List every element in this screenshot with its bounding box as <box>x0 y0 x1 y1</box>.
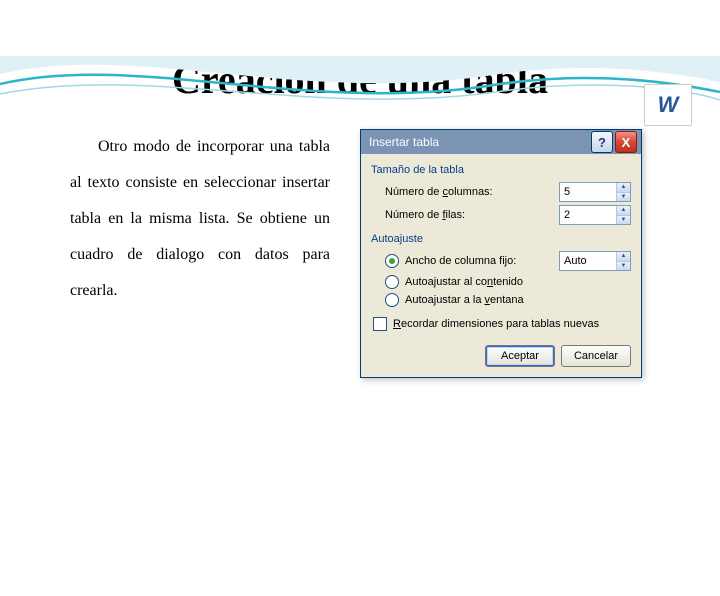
columns-input[interactable] <box>560 183 616 201</box>
rows-up-icon[interactable]: ▲ <box>617 206 630 216</box>
radio-fixed-width[interactable] <box>385 254 399 268</box>
radio-autofit-content[interactable] <box>385 275 399 289</box>
columns-up-icon[interactable]: ▲ <box>617 183 630 193</box>
rows-down-icon[interactable]: ▼ <box>617 216 630 225</box>
help-button[interactable]: ? <box>591 131 613 153</box>
fixed-down-icon[interactable]: ▼ <box>617 262 630 271</box>
section-size-label: Tamaño de la tabla <box>371 164 631 176</box>
body-paragraph: Otro modo de incorporar una tabla al tex… <box>70 129 330 378</box>
section-autofit-label: Autoajuste <box>371 233 631 245</box>
remember-checkbox[interactable] <box>373 317 387 331</box>
accept-button[interactable]: Aceptar <box>485 345 555 367</box>
cancel-button[interactable]: Cancelar <box>561 345 631 367</box>
columns-spinner[interactable]: ▲ ▼ <box>559 182 631 202</box>
radio-autofit-window[interactable] <box>385 293 399 307</box>
close-button[interactable]: X <box>615 131 637 153</box>
rows-label: Número de filas: <box>385 209 559 221</box>
columns-label: Número de columnas: <box>385 186 559 198</box>
fixed-width-spinner[interactable]: ▲ ▼ <box>559 251 631 271</box>
fixed-width-input[interactable] <box>560 252 616 270</box>
rows-spinner[interactable]: ▲ ▼ <box>559 205 631 225</box>
dialog-titlebar: Insertar tabla ? X <box>361 130 641 154</box>
radio-window-label: Autoajustar a la ventana <box>405 294 524 306</box>
radio-fixed-label: Ancho de columna fijo: <box>405 255 559 267</box>
radio-content-label: Autoajustar al contenido <box>405 276 523 288</box>
page-title: Creación de una tabla <box>0 56 720 103</box>
dialog-title: Insertar tabla <box>369 135 591 149</box>
fixed-up-icon[interactable]: ▲ <box>617 252 630 262</box>
word-logo-icon: W <box>644 84 692 126</box>
columns-down-icon[interactable]: ▼ <box>617 193 630 202</box>
rows-input[interactable] <box>560 206 616 224</box>
insert-table-dialog: Insertar tabla ? X Tamaño de la tabla Nú… <box>360 129 642 378</box>
remember-label: Recordar dimensiones para tablas nuevas <box>393 318 599 330</box>
